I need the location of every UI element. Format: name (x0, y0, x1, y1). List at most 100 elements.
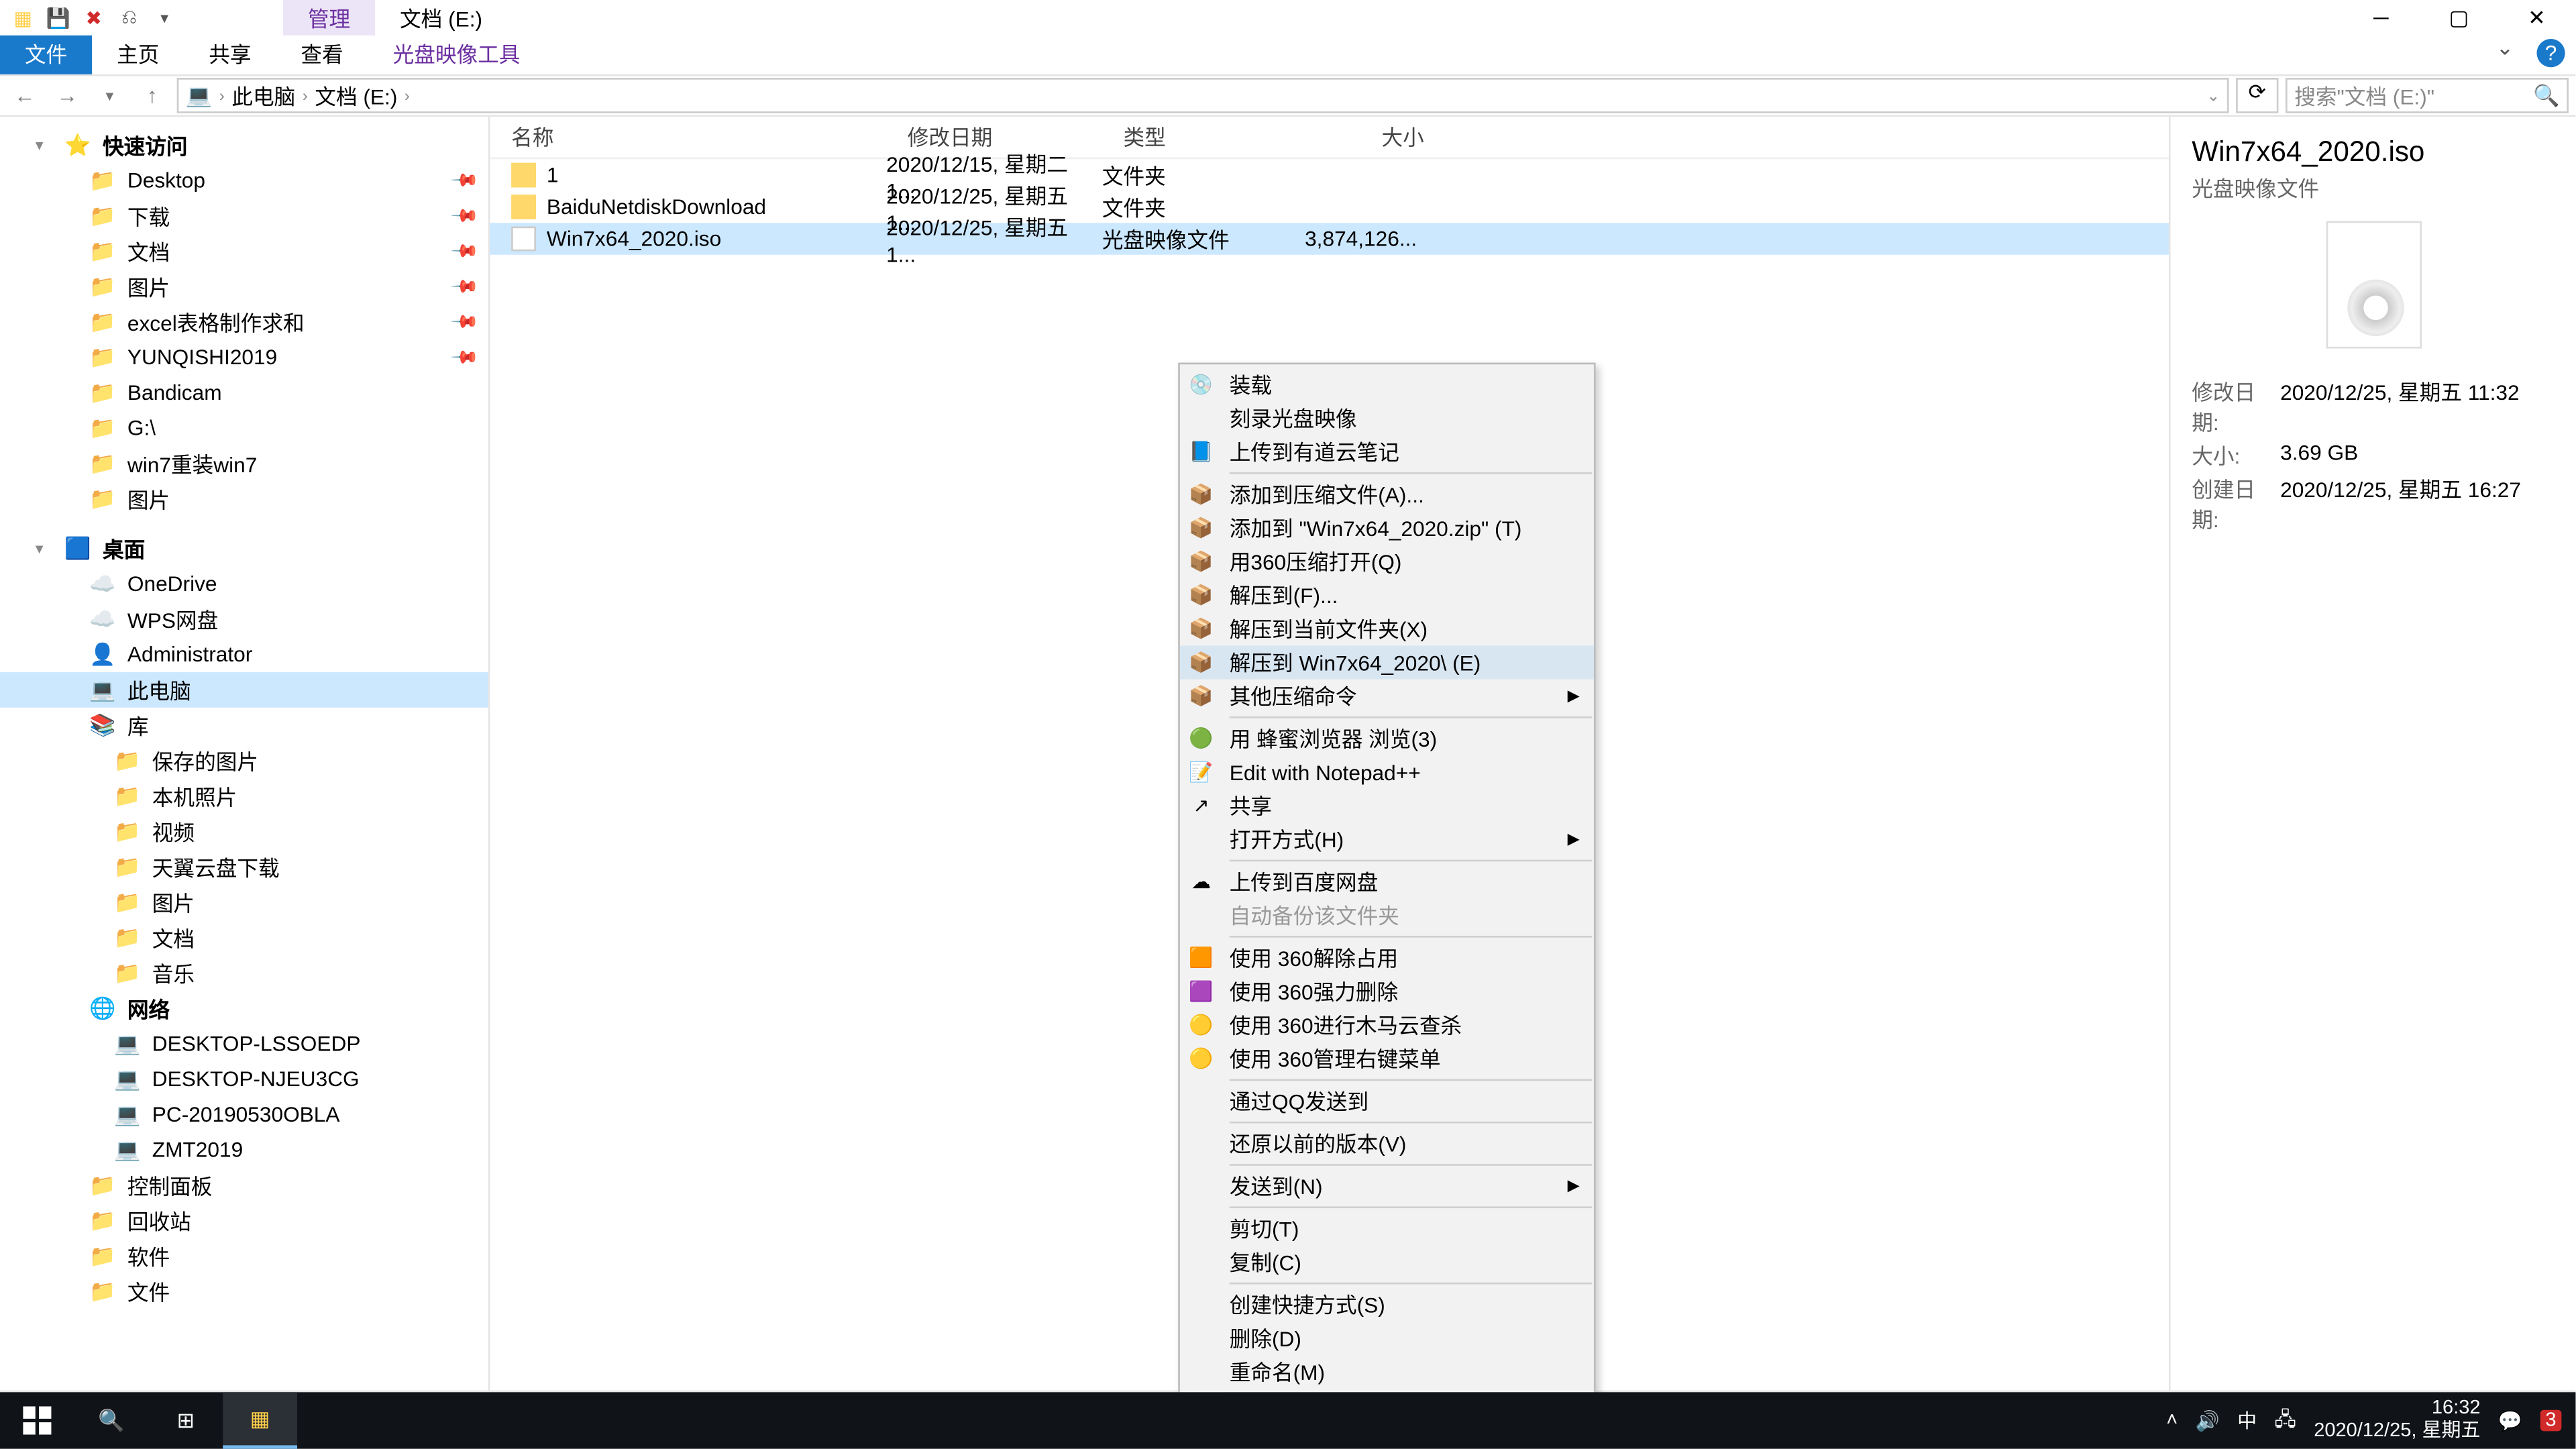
menu-item[interactable]: 🟪使用 360强力删除 (1180, 975, 1594, 1008)
tree-item[interactable]: ▾⭐快速访问 (0, 127, 488, 163)
tree-item[interactable]: 📁音乐 (0, 955, 488, 991)
menu-item[interactable]: 发送到(N)▶ (1180, 1169, 1594, 1203)
taskbar[interactable]: 🔍 ⊞ ▦ ˄ 🔊 中 🖧 16:32 2020/12/25, 星期五 💬 3 (0, 1392, 2575, 1448)
tree-item[interactable]: 📁本机照片 (0, 778, 488, 814)
ribbon-tab-share[interactable]: 共享 (184, 36, 276, 74)
close-button[interactable]: ✕ (2498, 0, 2575, 36)
tree-item[interactable]: 📁图片📌 (0, 269, 488, 305)
file-row[interactable]: BaiduNetdiskDownload2020/12/25, 星期五 1...… (490, 191, 2169, 223)
qat-delete-icon[interactable]: ✖ (81, 5, 106, 30)
action-center-icon[interactable]: 💬 (2498, 1409, 2522, 1432)
tree-item[interactable]: 📁软件 (0, 1238, 488, 1274)
tree-item[interactable]: 💻PC-20190530OBLA (0, 1097, 488, 1132)
tree-item[interactable]: ☁️WPS网盘 (0, 602, 488, 637)
explorer-taskbar-button[interactable]: ▦ (223, 1392, 297, 1448)
breadcrumb[interactable]: 💻› 此电脑› 文档 (E:)› ⌄ (177, 78, 2229, 113)
tree-item[interactable]: ☁️OneDrive (0, 566, 488, 602)
nav-forward-button[interactable]: → (50, 83, 85, 108)
menu-item[interactable]: ↗共享 (1180, 789, 1594, 822)
tree-item[interactable]: 📁图片 (0, 481, 488, 517)
volume-icon[interactable]: 🔊 (2196, 1409, 2220, 1432)
tree-item[interactable]: 📁图片 (0, 885, 488, 920)
search-button[interactable]: 🔍 (74, 1392, 149, 1448)
tree-item[interactable]: 📁G:\ (0, 411, 488, 446)
menu-item[interactable]: 📦解压到 Win7x64_2020\ (E) (1180, 646, 1594, 680)
tree-item[interactable]: 📁控制面板 (0, 1167, 488, 1203)
tree-item[interactable]: 📁YUNQISHI2019📌 (0, 339, 488, 375)
maximize-button[interactable]: ▢ (2420, 0, 2498, 36)
tree-item[interactable]: 📁文档 (0, 920, 488, 955)
tree-item[interactable]: 📚库 (0, 708, 488, 743)
menu-item[interactable]: 📦解压到当前文件夹(X) (1180, 612, 1594, 645)
taskview-button[interactable]: ⊞ (149, 1392, 223, 1448)
ribbon-tab-home[interactable]: 主页 (92, 36, 184, 74)
tree-item[interactable]: 📁Desktop📌 (0, 163, 488, 199)
menu-item[interactable]: 删除(D) (1180, 1322, 1594, 1355)
nav-up-button[interactable]: ↑ (134, 83, 170, 108)
menu-item[interactable]: 📦添加到压缩文件(A)... (1180, 478, 1594, 511)
tree-item[interactable]: 📁下载📌 (0, 198, 488, 233)
menu-item[interactable]: 打开方式(H)▶ (1180, 822, 1594, 856)
menu-item[interactable]: 📦其他压缩命令▶ (1180, 680, 1594, 713)
tree-item[interactable]: 👤Administrator (0, 637, 488, 672)
tree-item[interactable]: 🌐网络 (0, 991, 488, 1026)
tree-item[interactable]: 📁保存的图片 (0, 743, 488, 779)
column-name[interactable]: 名称 (490, 122, 886, 152)
menu-item[interactable]: 复制(C) (1180, 1245, 1594, 1279)
file-list[interactable]: 名称 修改日期 类型 大小 12020/12/15, 星期二 1...文件夹Ba… (490, 117, 2169, 1391)
search-input[interactable]: 搜索"文档 (E:)" 🔍 (2286, 78, 2569, 113)
tree-item[interactable]: 📁视频 (0, 814, 488, 849)
start-button[interactable] (0, 1392, 74, 1448)
menu-item[interactable]: 📦解压到(F)... (1180, 578, 1594, 612)
tree-item[interactable]: 📁win7重装win7 (0, 446, 488, 482)
ribbon-expand-icon[interactable]: ⌄ (2483, 36, 2526, 74)
notification-badge[interactable]: 3 (2540, 1410, 2561, 1432)
menu-item[interactable]: 通过QQ发送到 (1180, 1084, 1594, 1118)
refresh-button[interactable]: ⟳ (2236, 78, 2278, 113)
tree-item[interactable]: ▾🟦桌面 (0, 531, 488, 566)
menu-item[interactable]: 💿装载 (1180, 368, 1594, 401)
breadcrumb-item[interactable]: 此电脑 (231, 80, 295, 111)
menu-item[interactable]: 📘上传到有道云笔记 (1180, 435, 1594, 469)
tree-item[interactable]: 💻DESKTOP-NJEU3CG (0, 1061, 488, 1097)
taskbar-clock[interactable]: 16:32 2020/12/25, 星期五 (2314, 1397, 2480, 1444)
menu-item[interactable]: 🟢用 蜂蜜浏览器 浏览(3) (1180, 722, 1594, 755)
file-row[interactable]: Win7x64_2020.iso2020/12/25, 星期五 1...光盘映像… (490, 223, 2169, 254)
menu-item[interactable]: 📦用360压缩打开(Q) (1180, 545, 1594, 578)
column-size[interactable]: 大小 (1283, 122, 1424, 152)
menu-item[interactable]: ☁上传到百度网盘 (1180, 865, 1594, 898)
menu-item[interactable]: 重命名(M) (1180, 1355, 1594, 1389)
menu-item[interactable]: 🟡使用 360管理右键菜单 (1180, 1042, 1594, 1075)
menu-item[interactable]: 还原以前的版本(V) (1180, 1127, 1594, 1161)
minimize-button[interactable]: ─ (2342, 0, 2420, 36)
tree-item[interactable]: 💻ZMT2019 (0, 1132, 488, 1168)
tree-item[interactable]: 💻DESKTOP-LSSOEDP (0, 1026, 488, 1061)
tree-item[interactable]: 💻此电脑 (0, 672, 488, 708)
tree-item[interactable]: 📁天翼云盘下载 (0, 849, 488, 885)
ribbon-tab-view[interactable]: 查看 (276, 36, 368, 74)
ribbon-tab-disctools[interactable]: 光盘映像工具 (368, 36, 545, 74)
tree-item[interactable]: 📁回收站 (0, 1203, 488, 1238)
help-icon[interactable]: ? (2536, 39, 2565, 67)
ime-indicator[interactable]: 中 (2237, 1406, 2257, 1434)
expand-icon[interactable]: ▾ (36, 136, 53, 155)
tree-item[interactable]: 📁excel表格制作求和📌 (0, 305, 488, 340)
qat-undo-icon[interactable]: ⎌ (117, 5, 142, 30)
qat-dropdown-icon[interactable]: ▾ (152, 5, 177, 30)
nav-tree[interactable]: ▾⭐快速访问📁Desktop📌📁下载📌📁文档📌📁图片📌📁excel表格制作求和📌… (0, 117, 490, 1391)
nav-history-dropdown[interactable]: ▾ (92, 86, 127, 105)
menu-item[interactable]: 🟧使用 360解除占用 (1180, 941, 1594, 975)
qat-save-icon[interactable]: 💾 (46, 5, 71, 30)
tree-item[interactable]: 📁文件 (0, 1274, 488, 1309)
breadcrumb-dropdown-icon[interactable]: ⌄ (2207, 86, 2220, 105)
menu-item[interactable]: 创建快捷方式(S) (1180, 1288, 1594, 1322)
menu-item[interactable]: 刻录光盘映像 (1180, 402, 1594, 435)
menu-item[interactable]: 剪切(T) (1180, 1212, 1594, 1245)
breadcrumb-item[interactable]: 文档 (E:) (315, 80, 397, 111)
tree-item[interactable]: 📁Bandicam (0, 375, 488, 411)
menu-item[interactable]: 📦添加到 "Win7x64_2020.zip" (T) (1180, 511, 1594, 545)
ribbon-tab-file[interactable]: 文件 (0, 36, 92, 74)
nav-back-button[interactable]: ← (7, 83, 43, 108)
network-icon[interactable]: 🖧 (2274, 1403, 2296, 1437)
file-row[interactable]: 12020/12/15, 星期二 1...文件夹 (490, 159, 2169, 191)
